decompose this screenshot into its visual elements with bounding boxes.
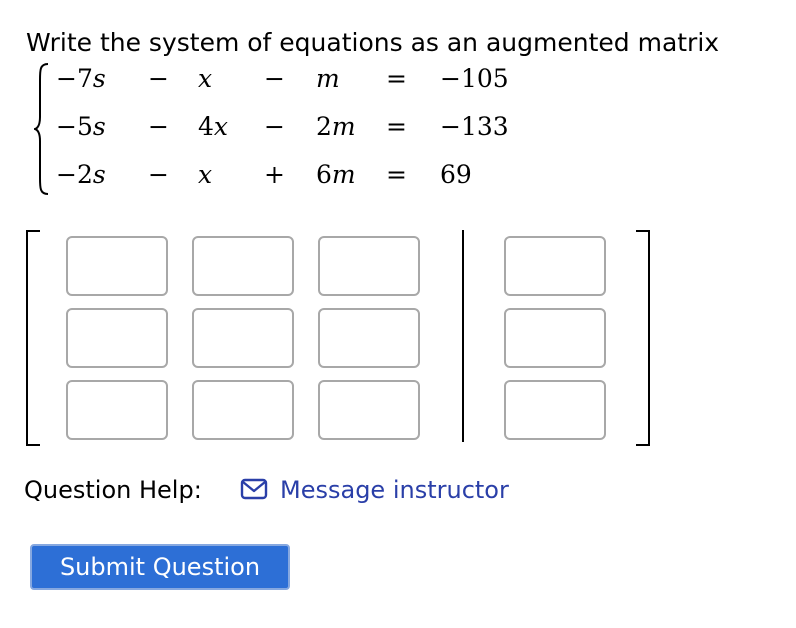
matrix-input-r1-c1[interactable] bbox=[66, 236, 168, 296]
matrix-left-bracket bbox=[26, 230, 40, 446]
eq2-op1: − bbox=[148, 112, 169, 141]
eq1-var-x: x bbox=[198, 64, 213, 93]
eq1-rhs: −105 bbox=[440, 64, 509, 93]
eq3-rhs: 69 bbox=[440, 160, 472, 189]
matrix-input-r2-c2[interactable] bbox=[192, 308, 294, 368]
matrix-input-r2-c1[interactable] bbox=[66, 308, 168, 368]
eq3-var-s: s bbox=[92, 160, 106, 189]
matrix-input-r3-c1[interactable] bbox=[66, 380, 168, 440]
eq1-equals: = bbox=[386, 64, 407, 93]
eq3-var-x: x bbox=[198, 160, 213, 189]
eq2-coef-s: −5 bbox=[56, 112, 93, 141]
matrix-input-r3-c2[interactable] bbox=[192, 380, 294, 440]
submit-question-button[interactable]: Submit Question bbox=[30, 544, 290, 590]
matrix-input-r1-rhs[interactable] bbox=[504, 236, 606, 296]
question-help-label: Question Help: bbox=[24, 476, 202, 504]
eq3-var-m: m bbox=[331, 160, 356, 189]
eq3-op1: − bbox=[148, 160, 169, 189]
eq2-var-x: x bbox=[213, 112, 229, 141]
matrix-input-r3-c3[interactable] bbox=[318, 380, 420, 440]
eq3-equals: = bbox=[386, 160, 407, 189]
matrix-input-r3-rhs[interactable] bbox=[504, 380, 606, 440]
eq3-op2: + bbox=[264, 160, 285, 189]
eq1-var-s: s bbox=[92, 64, 106, 93]
left-brace bbox=[34, 63, 49, 195]
eq2-var-s: s bbox=[92, 112, 106, 141]
matrix-input-r2-rhs[interactable] bbox=[504, 308, 606, 368]
eq2-rhs: −133 bbox=[440, 112, 509, 141]
augment-divider bbox=[462, 230, 464, 442]
eq1-var-m: m bbox=[316, 64, 340, 93]
matrix-input-r1-c3[interactable] bbox=[318, 236, 420, 296]
matrix-input-r1-c2[interactable] bbox=[192, 236, 294, 296]
matrix-input-r2-c3[interactable] bbox=[318, 308, 420, 368]
eq2-coef-m: 2 bbox=[316, 112, 332, 141]
envelope-icon[interactable] bbox=[240, 478, 268, 504]
question-prompt: Write the system of equations as an augm… bbox=[26, 28, 720, 57]
eq3-coef-m: 6 bbox=[316, 160, 332, 189]
eq3-coef-s: −2 bbox=[56, 160, 93, 189]
eq2-coef-x: 4 bbox=[198, 112, 214, 141]
eq2-op2: − bbox=[264, 112, 285, 141]
eq2-equals: = bbox=[386, 112, 407, 141]
message-instructor-link[interactable]: Message instructor bbox=[280, 476, 509, 504]
eq1-op1: − bbox=[148, 64, 169, 93]
matrix-right-bracket bbox=[636, 230, 650, 446]
eq1-op2: − bbox=[264, 64, 285, 93]
eq2-var-m: m bbox=[331, 112, 356, 141]
eq1-coef-s: −7 bbox=[56, 64, 93, 93]
